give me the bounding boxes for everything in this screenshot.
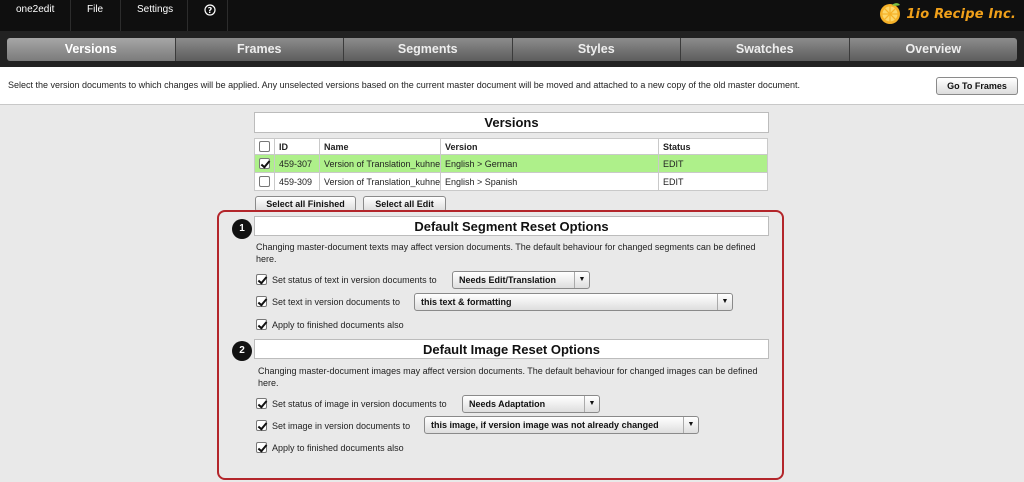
column-version[interactable]: Version [440, 138, 659, 155]
select-all-checkbox[interactable] [259, 141, 270, 153]
menu-settings[interactable]: Settings [121, 0, 188, 31]
segment-text-label: Set text in version documents to [272, 296, 401, 307]
row-checkbox[interactable] [259, 158, 270, 170]
image-finished-option: Apply to finished documents also [256, 442, 404, 453]
step-styles[interactable]: Styles [512, 38, 681, 61]
menu-help[interactable]: ? [188, 0, 228, 31]
column-name[interactable]: Name [319, 138, 441, 155]
versions-title: Versions [254, 112, 769, 133]
chevron-down-icon: ▼ [584, 396, 599, 412]
row-checkbox[interactable] [259, 176, 270, 188]
brand: 1io Recipe Inc. [878, 2, 1016, 26]
image-status-select[interactable]: Needs Adaptation ▼ [462, 395, 600, 413]
segment-options-description: Changing master-document texts may affec… [256, 242, 756, 264]
select-all-cell [254, 138, 275, 155]
versions-table: ID Name Version Status 459-307 Version o… [254, 138, 768, 191]
menu-one2edit[interactable]: one2edit [0, 0, 71, 31]
row-id: 459-307 [274, 154, 320, 173]
image-options-title: Default Image Reset Options [254, 339, 769, 359]
svg-text:?: ? [208, 6, 213, 15]
menu-bar: one2edit File Settings ? 1io Recipe Inc. [0, 0, 1024, 31]
orange-slice-logo-icon [880, 3, 901, 24]
segment-options-title: Default Segment Reset Options [254, 216, 769, 236]
segment-status-checkbox[interactable] [256, 274, 267, 285]
segment-finished-option: Apply to finished documents also [256, 319, 404, 330]
image-options-description: Changing master-document images may affe… [258, 366, 758, 388]
image-status-value: Needs Adaptation [469, 399, 546, 409]
instructions-bar: Select the version documents to which ch… [0, 67, 1024, 105]
menu-file[interactable]: File [71, 0, 121, 31]
table-row[interactable]: 459-307 Version of Translation_kuhne Eng… [254, 154, 768, 173]
segment-text-value: this text & formatting [421, 297, 512, 307]
step-swatches[interactable]: Swatches [681, 38, 850, 61]
row-status: EDIT [658, 172, 768, 191]
step-versions[interactable]: Versions [7, 38, 176, 61]
segment-status-label: Set status of text in version documents … [272, 274, 437, 285]
segment-finished-label: Apply to finished documents also [272, 319, 404, 330]
segment-status-value: Needs Edit/Translation [459, 275, 557, 285]
segment-text-select[interactable]: this text & formatting ▼ [414, 293, 733, 311]
segment-text-option: Set text in version documents to [256, 296, 400, 307]
column-status[interactable]: Status [658, 138, 768, 155]
step-overview[interactable]: Overview [849, 38, 1017, 61]
table-row[interactable]: 459-309 Version of Translation_kuhne Eng… [254, 172, 768, 191]
row-version: English > German [440, 154, 659, 173]
image-status-label: Set status of image in version documents… [272, 398, 447, 409]
segment-finished-checkbox[interactable] [256, 319, 267, 330]
image-replace-option: Set image in version documents to [256, 420, 410, 431]
segment-status-option: Set status of text in version documents … [256, 274, 437, 285]
row-status: EDIT [658, 154, 768, 173]
step-frames[interactable]: Frames [175, 38, 344, 61]
chevron-down-icon: ▼ [574, 272, 589, 288]
image-status-checkbox[interactable] [256, 398, 267, 409]
row-version: English > Spanish [440, 172, 659, 191]
image-replace-label: Set image in version documents to [272, 420, 411, 431]
image-finished-label: Apply to finished documents also [272, 442, 404, 453]
segment-status-select[interactable]: Needs Edit/Translation ▼ [452, 271, 590, 289]
callout-badge-1: 1 [232, 219, 252, 239]
instructions-text: Select the version documents to which ch… [8, 80, 800, 90]
table-header-row: ID Name Version Status [254, 138, 768, 155]
step-segments[interactable]: Segments [344, 38, 513, 61]
image-replace-value: this image, if version image was not alr… [431, 420, 659, 430]
brand-name: 1io Recipe Inc. [906, 6, 1016, 22]
go-to-frames-button[interactable]: Go To Frames [936, 77, 1018, 95]
row-id: 459-309 [274, 172, 320, 191]
chevron-down-icon: ▼ [717, 294, 732, 310]
row-name: Version of Translation_kuhne [319, 172, 441, 191]
image-replace-checkbox[interactable] [256, 420, 267, 431]
step-navigation: Versions Frames Segments Styles Swatches… [0, 31, 1024, 67]
help-circle-icon: ? [204, 4, 216, 16]
row-checkbox-cell [254, 172, 275, 191]
callout-badge-2: 2 [232, 341, 252, 361]
image-replace-select[interactable]: this image, if version image was not alr… [424, 416, 699, 434]
image-finished-checkbox[interactable] [256, 442, 267, 453]
row-name: Version of Translation_kuhne [319, 154, 441, 173]
column-id[interactable]: ID [274, 138, 320, 155]
segment-text-checkbox[interactable] [256, 296, 267, 307]
image-status-option: Set status of image in version documents… [256, 398, 447, 409]
row-checkbox-cell [254, 154, 275, 173]
chevron-down-icon: ▼ [683, 417, 698, 433]
